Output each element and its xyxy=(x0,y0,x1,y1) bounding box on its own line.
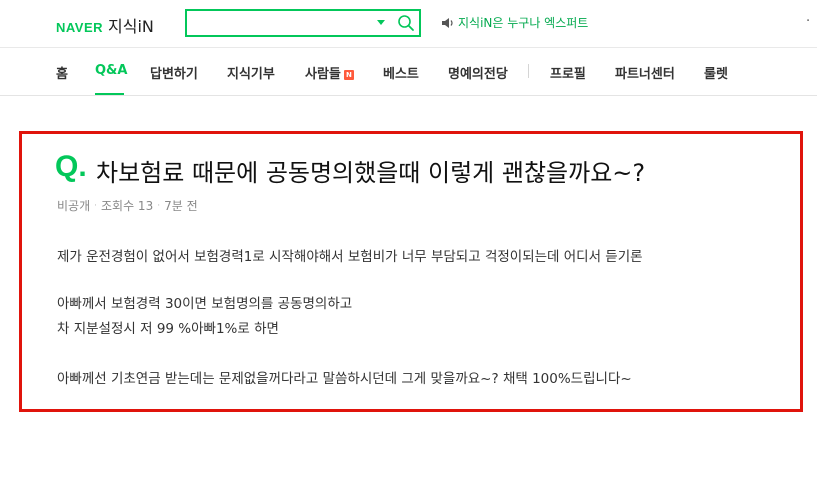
question-meta: 비공개 · 조회수 13 · 7분 전 xyxy=(57,197,198,214)
question-panel: Q. 차보험료 때문에 공동명의했을때 이렇게 괜찮을까요~? 비공개 · 조회… xyxy=(19,131,803,412)
nav-item-hall-of-fame[interactable]: 명예의전당 xyxy=(448,63,508,82)
chevron-down-icon[interactable] xyxy=(377,20,385,25)
top-header: NAVER 지식iN 지식iN은 누구나 엑스퍼트 · xyxy=(0,0,817,48)
privacy-label: 비공개 xyxy=(57,199,91,213)
question-body-line: 제가 운전경험이 없어서 보험경력1로 시작해야해서 보험비가 너무 부담되고 … xyxy=(57,249,643,265)
nav-item-home[interactable]: 홈 xyxy=(56,63,68,82)
promo-text[interactable]: 지식iN은 누구나 엑스퍼트 xyxy=(458,14,588,31)
nav-item-best[interactable]: 베스트 xyxy=(383,63,419,82)
new-badge: N xyxy=(343,70,354,80)
nav-item-answer[interactable]: 답변하기 xyxy=(150,63,198,82)
nav-item-people[interactable]: 사람들 N xyxy=(305,63,354,82)
nav-divider xyxy=(528,64,529,78)
nav-item-people-label: 사람들 xyxy=(305,67,341,82)
question-mark-icon: Q. xyxy=(55,150,87,183)
question-body-line: 아빠께선 기초연금 받는데는 문제없을꺼다라고 말씀하시던데 그게 맞을까요~?… xyxy=(57,371,632,387)
nav-item-profile[interactable]: 프로필 xyxy=(550,63,586,82)
question-body-line: 차 지분설정시 저 99 %아빠1%로 하면 xyxy=(57,321,279,337)
nav-item-qna[interactable]: Q&A xyxy=(95,63,127,78)
question-title: 차보험료 때문에 공동명의했을때 이렇게 괜찮을까요~? xyxy=(96,159,646,187)
meta-separator: · xyxy=(157,200,161,211)
view-count: 조회수 13 xyxy=(101,199,154,213)
expert-promo-link[interactable]: 지식iN은 누구나 엑스퍼트 xyxy=(441,14,588,31)
more-icon[interactable]: · xyxy=(806,14,810,29)
nav-item-partner-center[interactable]: 파트너센터 xyxy=(615,63,675,82)
search-icon[interactable] xyxy=(396,13,416,33)
meta-separator: · xyxy=(94,200,97,211)
search-box xyxy=(185,9,421,37)
speaker-icon xyxy=(442,17,453,28)
naver-logo[interactable]: NAVER xyxy=(56,20,103,35)
posted-time: 7분 전 xyxy=(164,199,198,213)
question-body-line: 아빠께서 보험경력 30이면 보험명의를 공동명의하고 xyxy=(57,296,353,312)
main-nav: 홈 Q&A 답변하기 지식기부 사람들 N 베스트 명예의전당 프로필 파트너센터… xyxy=(0,48,817,96)
search-input[interactable] xyxy=(193,13,373,33)
active-tab-indicator xyxy=(95,93,124,95)
nav-item-roulette[interactable]: 룰렛 xyxy=(704,63,728,82)
jisikin-logo[interactable]: 지식iN xyxy=(108,13,154,37)
nav-item-donate[interactable]: 지식기부 xyxy=(227,63,275,82)
naver-jisikin-logo[interactable]: NAVER 지식iN xyxy=(56,13,154,37)
